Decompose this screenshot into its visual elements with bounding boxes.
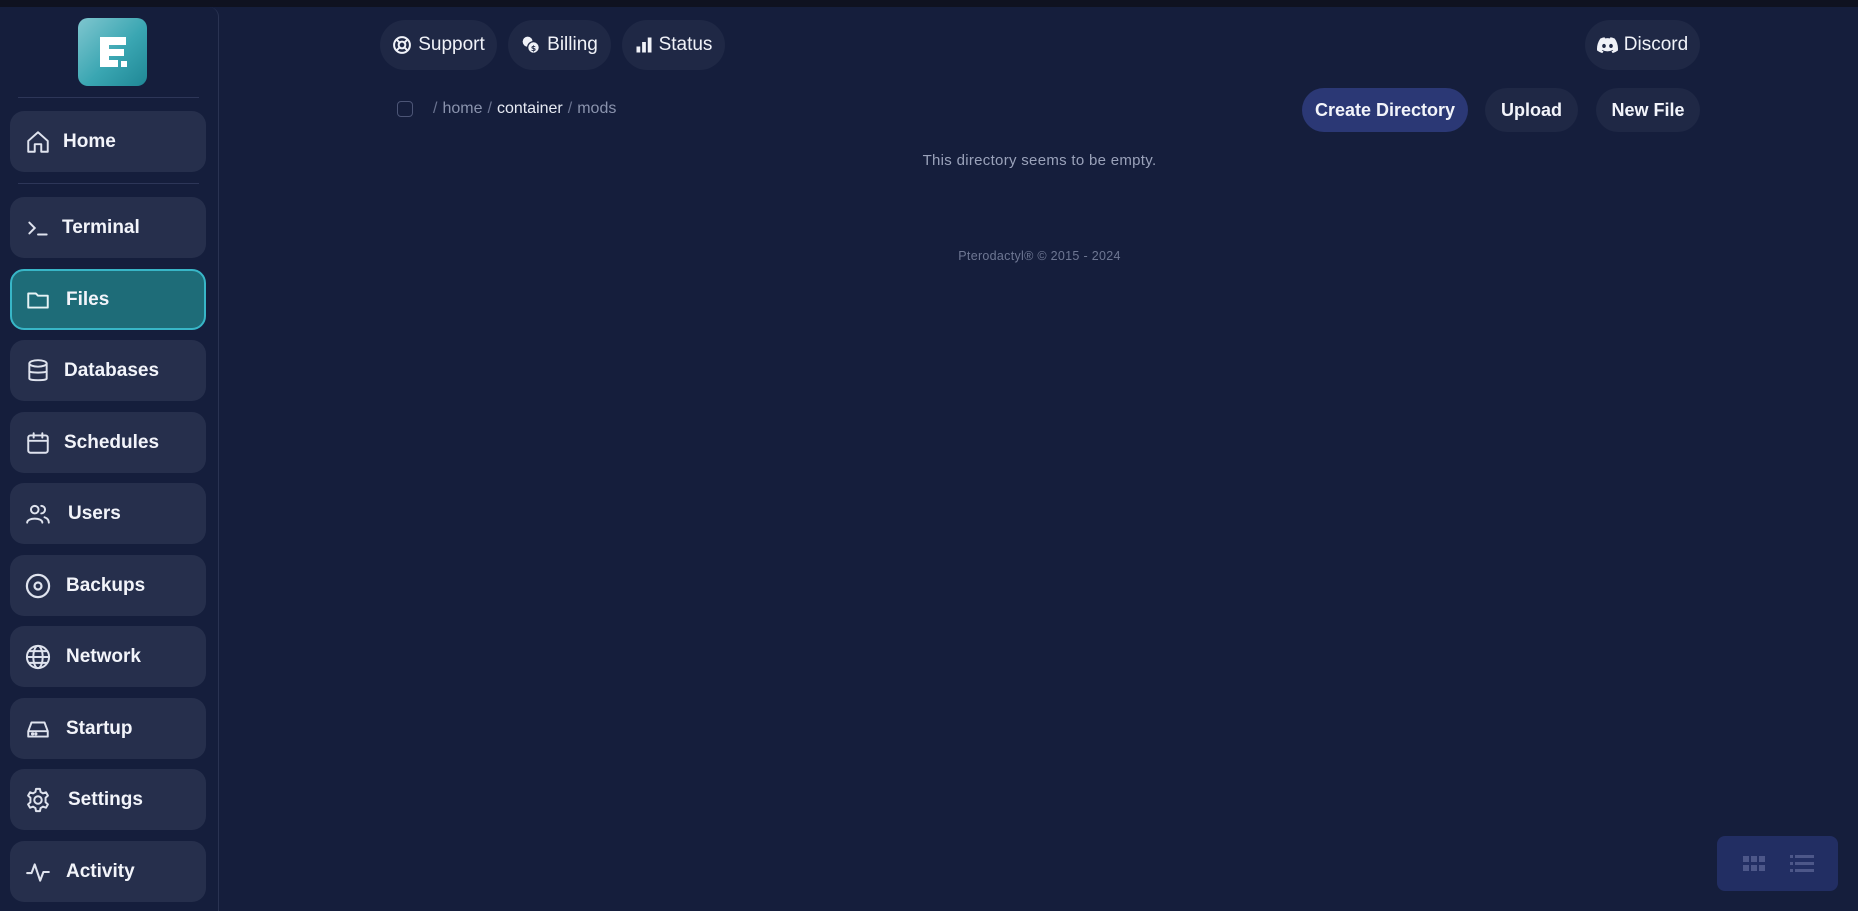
breadcrumb-home-link[interactable]: home — [442, 100, 482, 117]
status-label: Status — [658, 34, 713, 55]
upload-button[interactable]: Upload — [1485, 88, 1578, 132]
sidebar-item-startup[interactable]: Startup — [10, 698, 206, 759]
breadcrumb-separator: / — [433, 100, 438, 117]
discord-icon — [1596, 36, 1618, 54]
new-file-button[interactable]: New File — [1596, 88, 1700, 132]
activity-icon — [24, 858, 52, 886]
upload-label: Upload — [1501, 99, 1562, 120]
discord-button[interactable]: Discord — [1585, 20, 1700, 70]
sidebar-divider — [18, 97, 199, 98]
sidebar-item-label: Activity — [66, 860, 135, 882]
view-toggle — [1717, 836, 1838, 891]
support-button[interactable]: Support — [380, 20, 497, 70]
billing-button[interactable]: $ Billing — [508, 20, 611, 70]
sidebar-item-schedules[interactable]: Schedules — [10, 412, 206, 473]
sidebar-item-network[interactable]: Network — [10, 626, 206, 687]
create-directory-button[interactable]: Create Directory — [1302, 88, 1468, 132]
breadcrumb-current: mods — [577, 100, 617, 117]
sidebar-item-backups[interactable]: Backups — [10, 555, 206, 616]
sidebar-divider — [18, 183, 199, 184]
window-top-strip — [0, 0, 1858, 7]
breadcrumb: / home / container / mods — [433, 100, 616, 118]
sidebar-item-activity[interactable]: Activity — [10, 841, 206, 902]
drive-icon — [24, 715, 52, 743]
sidebar-item-databases[interactable]: Databases — [10, 340, 206, 401]
create-directory-label: Create Directory — [1314, 99, 1456, 120]
sidebar-item-label: Settings — [68, 788, 143, 810]
sidebar-item-label: Startup — [66, 717, 133, 739]
sidebar-item-label: Home — [63, 130, 116, 152]
lifebuoy-icon — [392, 35, 412, 55]
signal-bars-icon — [635, 36, 653, 54]
panel-logo-icon[interactable] — [78, 18, 147, 86]
footer-copyright: Pterodactyl® © 2015 - 2024 — [958, 249, 1121, 263]
sidebar-item-label: Schedules — [64, 431, 160, 453]
select-all-checkbox[interactable] — [397, 101, 413, 117]
sidebar-item-label: Users — [68, 502, 121, 524]
breadcrumb-container-link[interactable]: container — [497, 100, 563, 117]
sidebar-item-label: Files — [66, 288, 110, 310]
sidebar-item-settings[interactable]: Settings — [10, 769, 206, 830]
database-icon — [24, 357, 52, 385]
sidebar-item-label: Databases — [64, 359, 160, 381]
list-view-icon[interactable] — [1789, 853, 1815, 875]
sidebar-item-label: Terminal — [62, 216, 140, 238]
folder-icon — [24, 286, 52, 314]
grid-view-icon[interactable] — [1741, 853, 1767, 875]
discord-label: Discord — [1623, 34, 1689, 55]
breadcrumb-separator: / — [567, 100, 573, 117]
sidebar-item-users[interactable]: Users — [10, 483, 206, 544]
users-icon — [24, 500, 52, 528]
billing-label: Billing — [547, 34, 598, 55]
breadcrumb-separator: / — [487, 100, 492, 117]
new-file-label: New File — [1611, 99, 1685, 120]
terminal-icon — [24, 214, 52, 242]
status-button[interactable]: Status — [622, 20, 725, 70]
svg-text:$: $ — [531, 44, 536, 53]
globe-icon — [24, 643, 52, 671]
disc-icon — [24, 572, 52, 600]
support-label: Support — [418, 34, 485, 55]
calendar-icon — [24, 429, 52, 457]
sidebar-item-files[interactable]: Files — [10, 269, 206, 330]
sidebar: Home Terminal Files Databases Schedules … — [0, 7, 219, 911]
empty-directory-message: This directory seems to be empty. — [922, 152, 1157, 169]
gear-icon — [24, 786, 52, 814]
coins-icon: $ — [521, 35, 541, 55]
sidebar-item-label: Network — [66, 645, 141, 667]
sidebar-item-label: Backups — [66, 574, 146, 596]
